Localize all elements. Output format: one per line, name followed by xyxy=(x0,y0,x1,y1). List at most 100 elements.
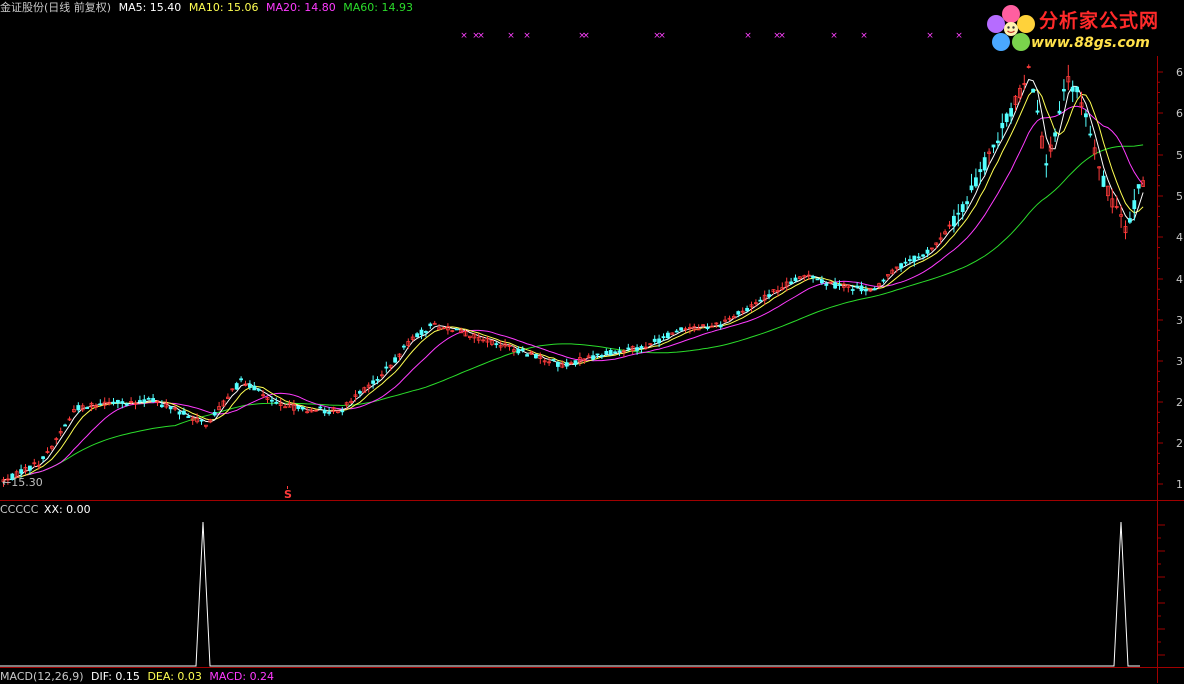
site-watermark[interactable]: 分析家公式网 www.88gs.com xyxy=(983,2,1179,56)
down-candle-body xyxy=(1070,86,1075,92)
down-candle-body xyxy=(1035,110,1040,113)
down-candle-body xyxy=(142,399,147,403)
price-tick-label: 4 xyxy=(1176,231,1183,244)
price-tick-label: 6 xyxy=(1176,107,1183,120)
down-candle-body xyxy=(604,350,609,355)
price-tick-label: 5 xyxy=(1176,149,1183,162)
down-candle-body xyxy=(666,332,670,339)
price-tick-label: 2 xyxy=(1176,437,1183,450)
down-candle-body xyxy=(137,400,142,403)
price-tick-label: 3 xyxy=(1176,355,1183,368)
down-candle-body xyxy=(146,397,151,400)
down-candle-body xyxy=(269,399,274,402)
ma10-line xyxy=(3,89,1144,481)
down-candle-body xyxy=(903,261,908,264)
down-candle-body xyxy=(124,403,129,406)
down-candle-body xyxy=(991,144,996,148)
down-candle-body xyxy=(758,299,763,302)
x-marker: × xyxy=(860,31,868,41)
down-candle-body xyxy=(881,279,886,282)
down-candle-body xyxy=(454,328,459,331)
down-candle-body xyxy=(525,354,529,357)
down-candle-body xyxy=(1136,184,1141,189)
down-candle-body xyxy=(864,288,868,292)
down-candle-body xyxy=(974,177,978,187)
down-candle-body xyxy=(705,327,710,329)
indicator-axis-ticks xyxy=(1157,524,1165,656)
down-candle-body xyxy=(908,259,912,262)
down-candle-body xyxy=(679,327,683,331)
down-candle-body xyxy=(1132,200,1137,210)
down-candle-body xyxy=(556,361,560,367)
down-candle-body xyxy=(516,348,521,354)
ma20-line xyxy=(3,105,1144,481)
down-candle-body xyxy=(925,249,930,254)
down-candle-body xyxy=(98,403,103,406)
down-candle-body xyxy=(767,294,771,297)
down-candle-body xyxy=(855,285,859,288)
down-candle-body xyxy=(357,391,362,394)
down-candle-body xyxy=(41,456,45,459)
stock-chart-canvas[interactable]: 66554433221 × ×× × × ×× ×× × ×× × × × × ←15.30 S xyxy=(0,0,1184,683)
down-candle-body xyxy=(551,359,556,361)
down-candle-body xyxy=(591,355,595,360)
ma10-value: MA10: 15.06 xyxy=(188,1,259,14)
down-candle-body xyxy=(613,351,617,354)
down-candle-body xyxy=(1031,88,1035,93)
down-candle-body xyxy=(956,212,961,215)
down-candle-body xyxy=(872,288,877,291)
down-candle-body xyxy=(415,333,420,338)
down-candle-body xyxy=(657,338,661,344)
down-candle-body xyxy=(1088,133,1093,136)
down-candle-body xyxy=(595,353,600,356)
price-axis-ticks: 6 6 5 5 4 4 3 3 2 2 1 xyxy=(1157,66,1183,491)
x-marker: × xyxy=(830,31,838,41)
ma20-value: MA20: 14.80 xyxy=(266,1,336,14)
down-candle-body xyxy=(520,348,525,351)
down-candle-body xyxy=(327,412,332,414)
down-candle-body xyxy=(833,282,837,289)
ma60-line xyxy=(3,144,1144,481)
x-marker: × xyxy=(926,31,934,41)
down-candle-body xyxy=(960,204,965,212)
down-candle-body xyxy=(912,255,917,262)
down-candle-body xyxy=(859,285,864,292)
down-candle-body xyxy=(318,406,323,409)
down-candle-body xyxy=(1000,122,1005,129)
x-marker: × xyxy=(955,31,963,41)
down-candle-body xyxy=(1009,108,1013,117)
down-candle-body xyxy=(820,279,824,284)
main-chart-header: 金证股份(日线 前复权) MA5: 15.40 MA10: 15.06 MA20… xyxy=(0,1,417,15)
down-candle-body xyxy=(534,353,538,359)
ma60-value: MA60: 14.93 xyxy=(343,1,413,14)
down-candle-body xyxy=(850,289,855,291)
down-candle-body xyxy=(736,311,741,315)
x-marker: × xyxy=(582,31,590,41)
down-candle-body xyxy=(247,383,252,388)
down-candle-body xyxy=(600,355,604,357)
down-candle-body xyxy=(384,366,389,369)
down-candle-body xyxy=(969,185,974,191)
down-candle-body xyxy=(674,330,679,333)
down-candle-body xyxy=(168,406,173,410)
down-candle-body xyxy=(212,412,217,416)
x-marker: × xyxy=(658,31,666,41)
down-candle-body xyxy=(1128,218,1132,223)
watermark-title: 分析家公式网 xyxy=(1039,10,1160,32)
down-candle-body xyxy=(181,410,186,415)
down-candle-body xyxy=(811,276,815,279)
down-candle-body xyxy=(564,362,569,367)
down-candle-body xyxy=(159,404,164,408)
down-candle-body xyxy=(617,350,622,353)
price-tick-label: 2 xyxy=(1176,396,1183,409)
down-candle-body xyxy=(274,401,279,404)
down-candle-body xyxy=(1075,86,1079,93)
down-candle-body xyxy=(1053,132,1057,137)
price-tick-label: 3 xyxy=(1176,314,1183,327)
down-candle-body xyxy=(1062,88,1066,92)
x-marker: × xyxy=(507,31,515,41)
down-candle-body xyxy=(899,263,903,269)
stock-title: 金证股份(日线 前复权) xyxy=(0,1,112,14)
down-candle-body xyxy=(952,215,956,227)
down-candle-body xyxy=(375,378,380,381)
